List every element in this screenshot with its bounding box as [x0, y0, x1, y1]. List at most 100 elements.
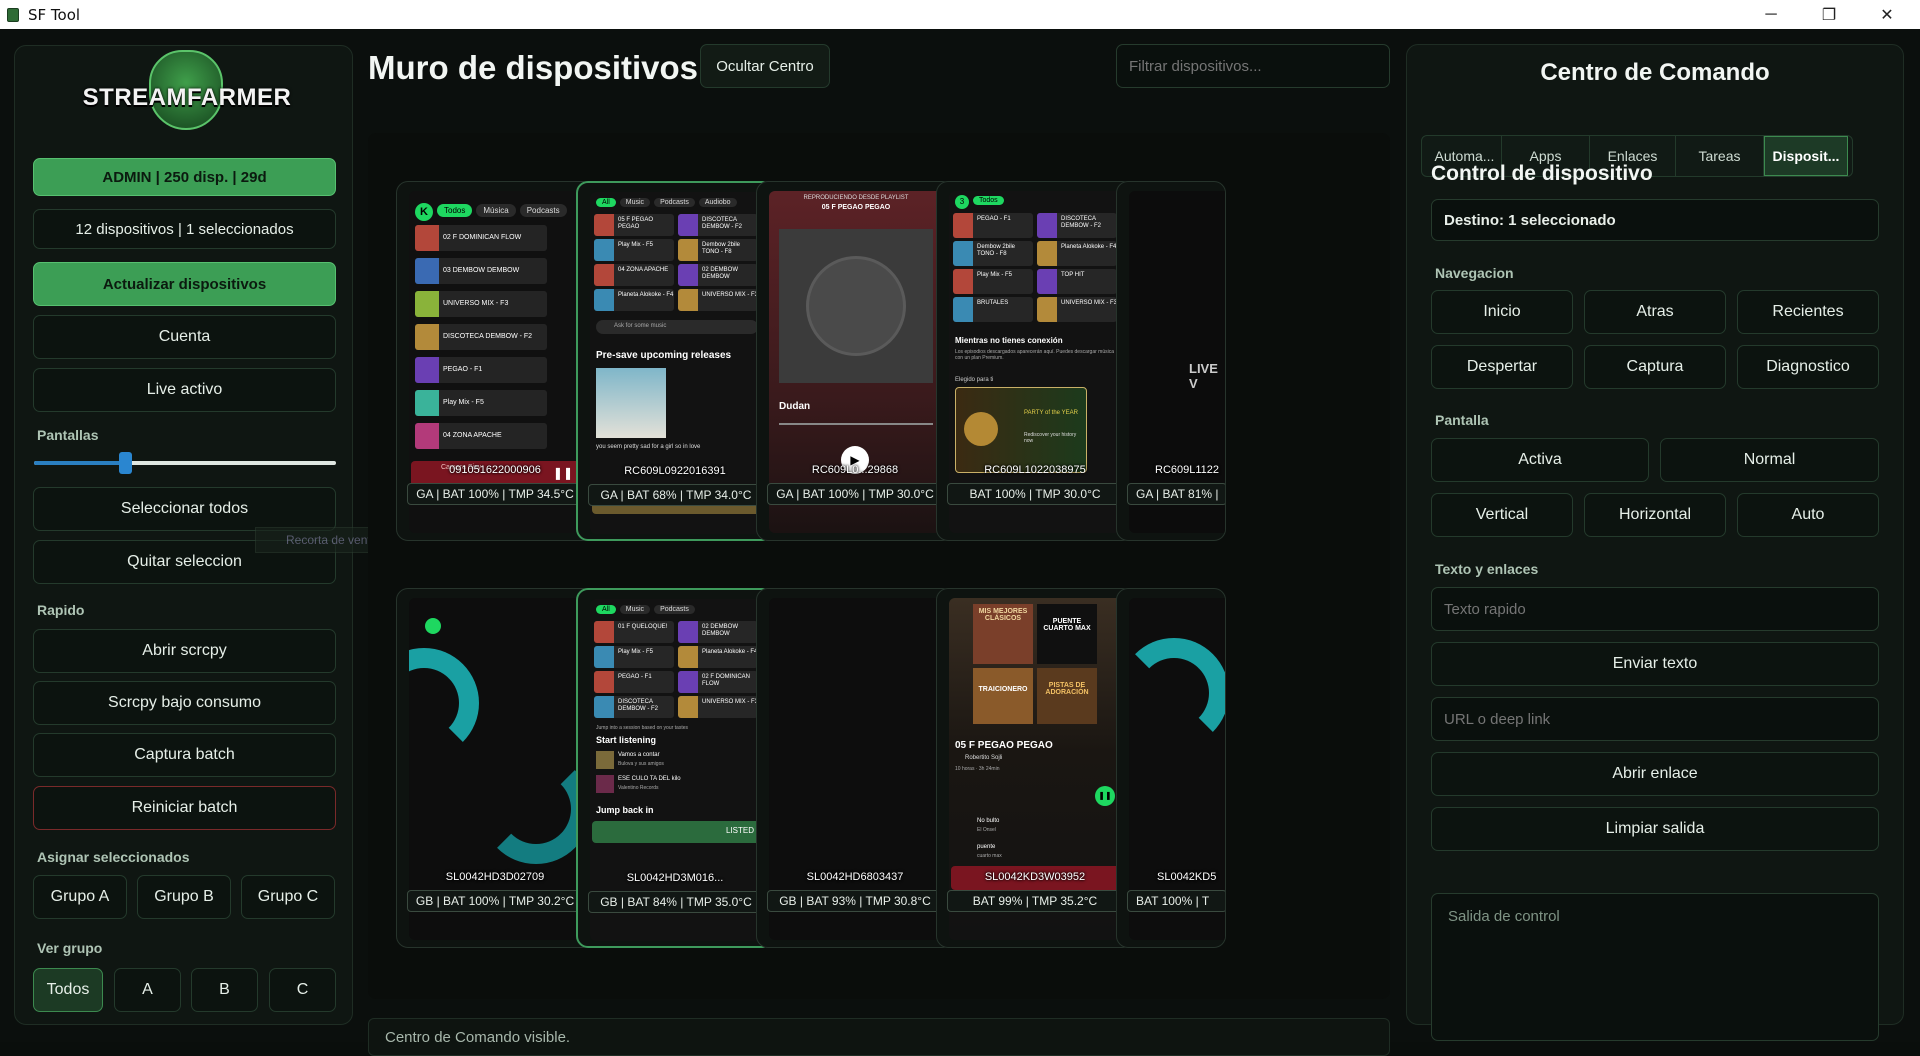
tile-thumb — [594, 696, 614, 718]
tile-thumb — [678, 264, 698, 286]
maximize-icon[interactable]: ❐ — [1800, 0, 1858, 29]
device-card-partial[interactable]: LIVE V RC609L1122 GA | BAT 81% | — [1116, 181, 1226, 541]
auto-button[interactable]: Auto — [1737, 493, 1879, 537]
tile-thumb — [678, 646, 698, 668]
select-all-button[interactable]: Seleccionar todos — [33, 487, 336, 531]
open-scrcpy-button[interactable]: Abrir scrcpy — [33, 629, 336, 673]
album-cover: MIS MEJORES CLÁSICOS — [973, 604, 1033, 664]
playlist-title: 04 ZONA APACHE — [443, 432, 502, 439]
section-heading: Elegido para ti — [955, 377, 994, 383]
tile-thumb — [594, 671, 614, 693]
ask-bar: Ask for some music — [596, 320, 758, 334]
tile-label: Planeta Alokoke - F4 — [618, 292, 674, 298]
tab-devices[interactable]: Disposit... — [1764, 136, 1848, 176]
chip: Podcasts — [519, 204, 567, 217]
wake-button[interactable]: Despertar — [1431, 345, 1573, 389]
group-c-button[interactable]: Grupo C — [241, 875, 335, 919]
open-link-button[interactable]: Abrir enlace — [1431, 752, 1879, 796]
url-input[interactable] — [1431, 697, 1879, 741]
capture-batch-button[interactable]: Captura batch — [33, 733, 336, 777]
device-status: GA | BAT 81% | — [1127, 483, 1225, 505]
screen-label: Pantalla — [1435, 412, 1489, 428]
shortcut-tile: 04 ZONA APACHE — [594, 264, 674, 286]
tile-thumb — [678, 239, 698, 261]
shortcut-tile: Dembow 2bile TONO - F8 — [678, 239, 758, 261]
pause-icon: ❚❚ — [1095, 786, 1115, 806]
control-output[interactable]: Salida de control — [1431, 893, 1879, 1041]
diagnostics-button[interactable]: Diagnostico — [1737, 345, 1879, 389]
device-screen — [409, 598, 583, 940]
screen-normal-button[interactable]: Normal — [1660, 438, 1879, 482]
view-all-button[interactable]: Todos — [33, 968, 103, 1012]
group-b-button[interactable]: Grupo B — [137, 875, 231, 919]
shortcut-tile: Planeta Alokoke - F4 — [678, 646, 758, 668]
vertical-button[interactable]: Vertical — [1431, 493, 1573, 537]
device-card[interactable]: SL0042HD6803437 GB | BAT 93% | TMP 30.8°… — [756, 588, 954, 948]
live-active-button[interactable]: Live activo — [33, 368, 336, 412]
playlist-row: DISCOTECA DEMBOW - F2 — [415, 324, 547, 350]
refresh-devices-button[interactable]: Actualizar dispositivos — [33, 262, 336, 306]
tile-thumb — [953, 241, 973, 266]
device-card[interactable]: REPRODUCIENDO DESDE PLAYLIST 05 F PEGAO … — [756, 181, 954, 541]
device-card[interactable]: SL0042HD3D027​09 GB | BAT 100% | TMP 30.… — [396, 588, 594, 948]
track-artist: El Onsel — [977, 827, 996, 833]
view-b-button[interactable]: B — [191, 968, 258, 1012]
playlist-thumb — [415, 324, 439, 350]
device-card-selected[interactable]: All Music Podcasts Audiobo 05 F PEGAO PE… — [576, 181, 774, 541]
loading-arc — [481, 754, 583, 864]
track-artist: Bulova y sus amigos — [618, 761, 664, 767]
promo-card: PARTY of the YEAR Rediscover your histor… — [955, 387, 1087, 473]
tile-label: 05 F PEGAO PEGAO — [618, 217, 654, 230]
close-icon[interactable]: ✕ — [1858, 0, 1916, 29]
screens-slider[interactable] — [34, 452, 336, 474]
clear-output-button[interactable]: Limpiar salida — [1431, 807, 1879, 851]
nav-label: Navegacion — [1435, 265, 1514, 281]
back-button[interactable]: Atras — [1584, 290, 1726, 334]
tile-label: DISCOTECA DEMBOW - F2 — [702, 217, 742, 230]
track-title: No bulto — [977, 818, 1000, 824]
track-artist: Valentino Records — [618, 785, 659, 791]
restart-batch-button[interactable]: Reiniciar batch — [33, 786, 336, 830]
tab-scroll-left-icon[interactable]: ◀ — [1848, 136, 1852, 176]
view-c-button[interactable]: C — [269, 968, 336, 1012]
playlist-row: 03 DEMBOW DEMBOW — [415, 258, 547, 284]
device-card[interactable]: K Todos Música Podcasts 02 F DOMINICAN F… — [396, 181, 594, 541]
tile-thumb — [678, 671, 698, 693]
home-button[interactable]: Inicio — [1431, 290, 1573, 334]
capture-button[interactable]: Captura — [1584, 345, 1726, 389]
device-wall: K Todos Música Podcasts 02 F DOMINICAN F… — [368, 133, 1390, 999]
tile-thumb — [1037, 241, 1057, 266]
album-cover: PUENTE CUARTO MAX — [1037, 604, 1097, 664]
device-card-partial[interactable]: SL0042KD5 BAT 100% | T — [1116, 588, 1226, 948]
device-card[interactable]: MIS MEJORES CLÁSICOS PUENTE CUARTO MAX T… — [936, 588, 1134, 948]
playlist-meta: 10 horas · 3h 24min — [955, 766, 1000, 772]
app-body: STREAMFARMER ADMIN | 250 disp. | 29d 12 … — [0, 29, 1920, 1056]
quick-text-input[interactable] — [1431, 587, 1879, 631]
scrcpy-low-button[interactable]: Scrcpy bajo consumo — [33, 681, 336, 725]
device-card[interactable]: 3 Todos PEGAO - F1 DISCOTECA DEMBOW - F2 D… — [936, 181, 1134, 541]
shortcut-tile: DISCOTECA DEMBOW - F2 — [678, 214, 758, 236]
tab-tasks[interactable]: Tareas — [1676, 136, 1764, 176]
filter-devices-input[interactable] — [1116, 44, 1390, 88]
screens-slider-thumb[interactable] — [118, 452, 132, 474]
album-art — [779, 229, 933, 383]
account-button[interactable]: Cuenta — [33, 315, 336, 359]
playlist-title: 05 F PEGAO PEGAO — [955, 740, 1053, 751]
screen-active-button[interactable]: Activa — [1431, 438, 1649, 482]
section-heading: Jump back in — [596, 805, 654, 815]
hide-center-button[interactable]: Ocultar Centro — [700, 44, 830, 88]
view-a-button[interactable]: A — [114, 968, 181, 1012]
minimize-icon[interactable]: ─ — [1742, 0, 1800, 29]
send-text-button[interactable]: Enviar texto — [1431, 642, 1879, 686]
device-status: BAT 99% | TMP 35.2°C — [947, 890, 1123, 912]
device-card-selected[interactable]: All Music Podcasts 01 F QUELOQUE! 02 DEMB… — [576, 588, 774, 948]
shortcut-tile: 02 DEMBOW DEMBOW — [678, 264, 758, 286]
device-screen: K Todos Música Podcasts 02 F DOMINICAN F… — [409, 191, 583, 533]
horizontal-button[interactable]: Horizontal — [1584, 493, 1726, 537]
filter-chips: All Music Podcasts Audiobo — [596, 198, 737, 207]
group-a-button[interactable]: Grupo A — [33, 875, 127, 919]
promo-text: Rediscover your history now — [1024, 432, 1077, 444]
tile-thumb — [594, 239, 614, 261]
recents-button[interactable]: Recientes — [1737, 290, 1879, 334]
chip: Podcasts — [654, 605, 695, 614]
